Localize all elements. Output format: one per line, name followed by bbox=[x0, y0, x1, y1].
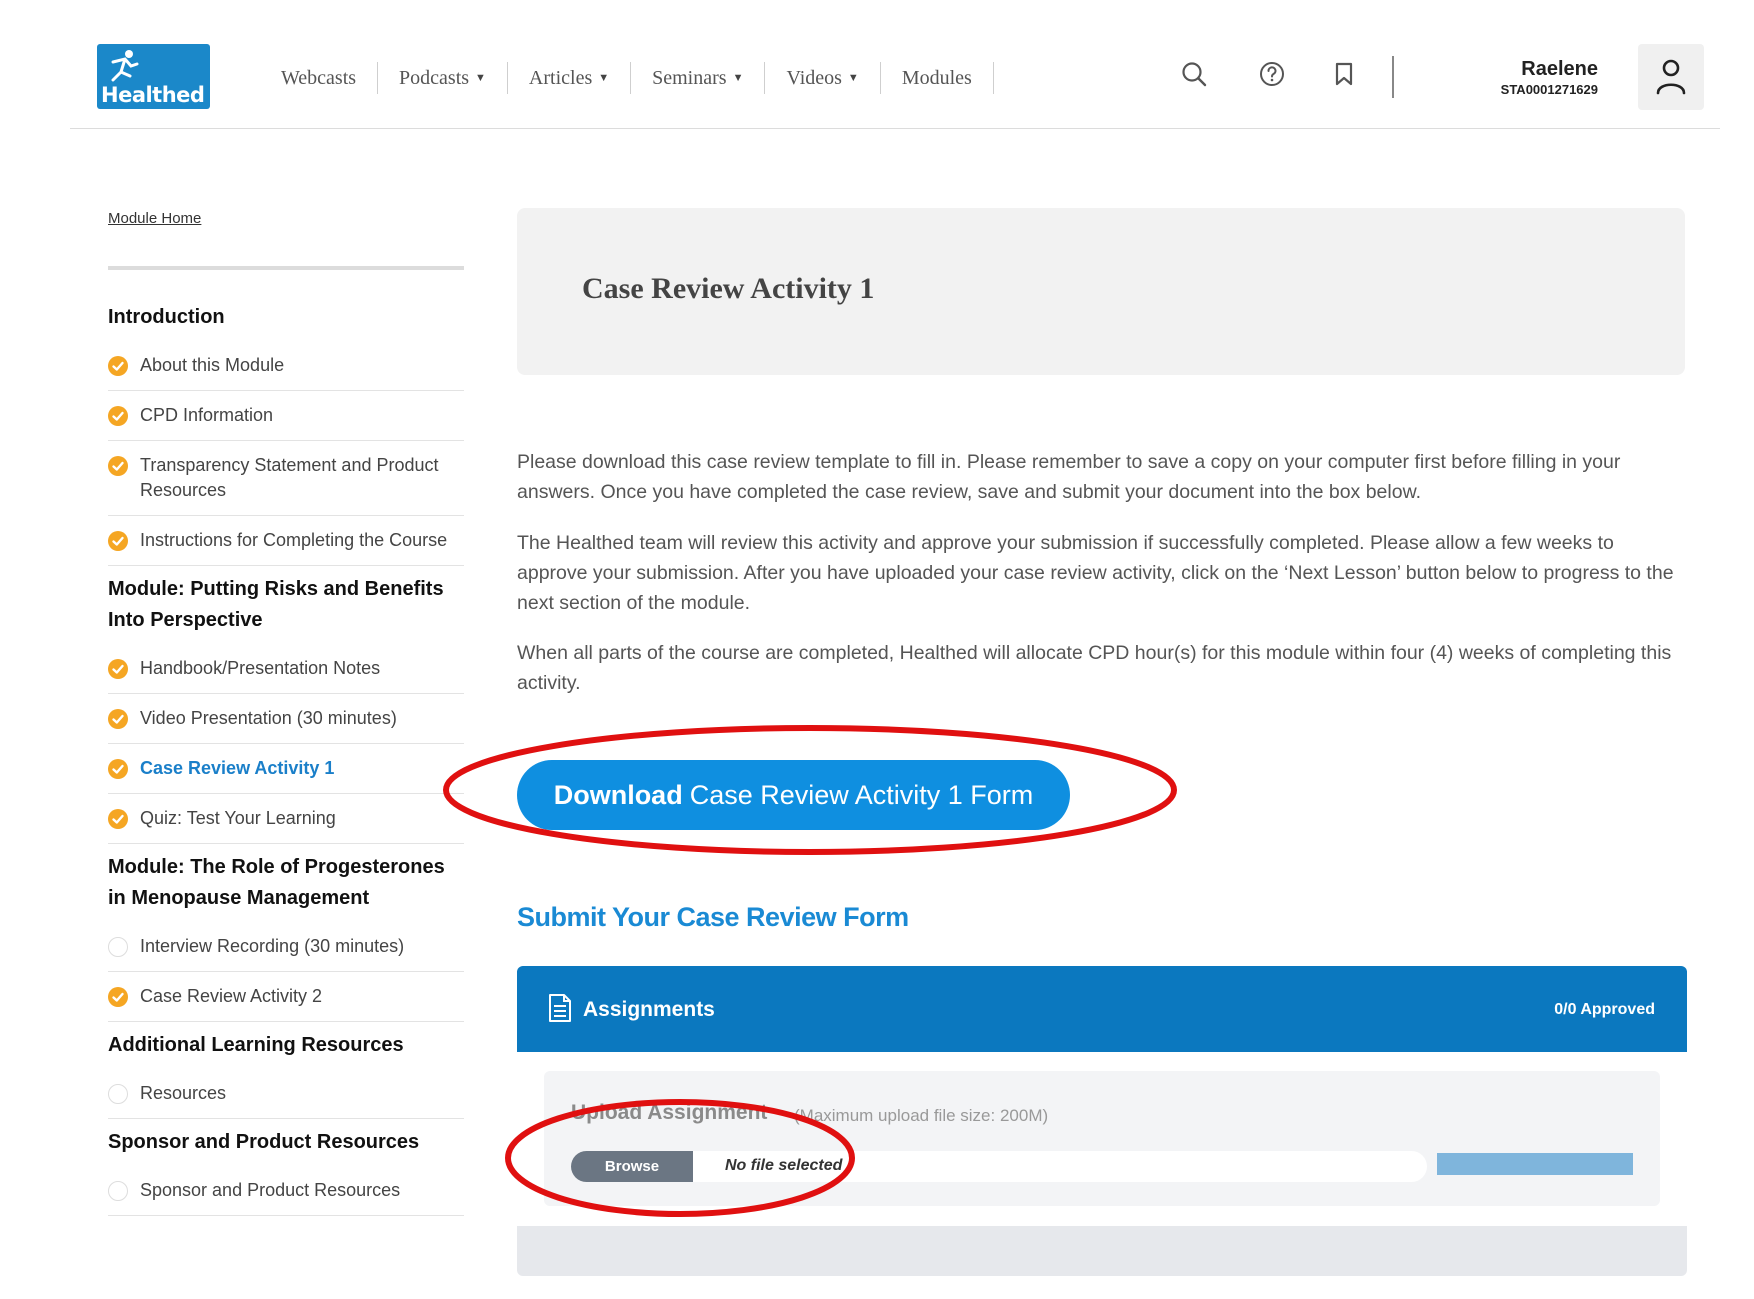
upload-submit-button[interactable] bbox=[1437, 1153, 1633, 1175]
nav-item-podcasts[interactable]: Podcasts ▼ bbox=[378, 62, 508, 94]
check-circle-icon bbox=[108, 356, 128, 376]
review-paragraph: The Healthed team will review this activ… bbox=[517, 532, 1674, 614]
download-button-bold: Download bbox=[553, 779, 683, 810]
lesson-list: Introduction About this Module CPD Informa… bbox=[108, 294, 464, 1216]
sidebar-lesson-item[interactable]: Resources bbox=[108, 1069, 464, 1119]
search-icon[interactable] bbox=[1180, 60, 1208, 88]
sidebar-lesson-label: Sponsor and Product Resources bbox=[140, 1180, 401, 1200]
check-circle-icon bbox=[108, 809, 128, 829]
site-header: Healthed Webcasts Podcasts ▼ Articles ▼ Semin… bbox=[70, 0, 1720, 129]
lesson-title-panel: Case Review Activity 1 bbox=[517, 208, 1685, 375]
upload-label: Upload Assignment bbox=[571, 1101, 768, 1124]
nav-label: Podcasts bbox=[399, 66, 470, 89]
sidebar-lesson-label: Instructions for Completing the Course bbox=[140, 530, 448, 550]
document-icon bbox=[549, 994, 571, 1022]
assignments-title: Assignments bbox=[583, 998, 715, 1021]
browse-button[interactable]: Browse bbox=[571, 1151, 693, 1182]
chevron-down-icon: ▼ bbox=[598, 72, 610, 84]
sidebar-lesson-item[interactable]: Video Presentation (30 minutes) bbox=[108, 694, 464, 744]
sidebar-lesson-item[interactable]: Interview Recording (30 minutes) bbox=[108, 922, 464, 972]
sidebar-lesson-item[interactable]: Sponsor and Product Resources bbox=[108, 1166, 464, 1216]
lesson-title: Case Review Activity 1 bbox=[582, 272, 875, 305]
nav-label: Webcasts bbox=[281, 66, 357, 89]
nav-item-seminars[interactable]: Seminars ▼ bbox=[631, 62, 766, 94]
sidebar-lesson-item[interactable]: Transparency Statement and Product Resou… bbox=[108, 441, 464, 516]
sidebar-lesson-label: Case Review Activity 2 bbox=[140, 986, 323, 1006]
check-circle-icon bbox=[108, 456, 128, 476]
user-icon bbox=[1656, 59, 1686, 95]
logo-text: Healthed bbox=[101, 83, 205, 107]
upload-size-note: (Maximum upload file size: 200M) bbox=[794, 1106, 1049, 1125]
sidebar-lesson-item[interactable]: Case Review Activity 2 bbox=[108, 972, 464, 1022]
healthed-logo[interactable]: Healthed bbox=[97, 44, 210, 109]
sidebar-section-title: Sponsor and Product Resources bbox=[108, 1131, 420, 1153]
check-circle-icon bbox=[108, 406, 128, 426]
empty-circle-icon bbox=[108, 1181, 128, 1201]
download-form-button[interactable]: Download Case Review Activity 1 Form bbox=[517, 760, 1070, 830]
nav-item-modules[interactable]: Modules bbox=[881, 62, 994, 94]
chevron-down-icon: ▼ bbox=[475, 72, 486, 84]
nav-item-videos[interactable]: Videos ▼ bbox=[765, 62, 881, 94]
sidebar-lesson-item[interactable]: CPD Information bbox=[108, 391, 464, 441]
sidebar-lesson-label: Video Presentation (30 minutes) bbox=[140, 708, 397, 728]
sidebar-divider bbox=[108, 266, 464, 270]
assignments-header: Assignments 0/0 Approved bbox=[517, 966, 1687, 1052]
header-divider bbox=[1392, 56, 1394, 98]
sidebar-section-title: Module: Putting Risks and Benefits Into … bbox=[108, 578, 444, 631]
file-input[interactable]: Browse No file selected bbox=[571, 1151, 1427, 1182]
instructions-paragraph: Please download this case review templat… bbox=[517, 451, 1621, 503]
sidebar-lesson-item[interactable]: About this Module bbox=[108, 341, 464, 391]
user-menu-button[interactable] bbox=[1638, 44, 1704, 110]
check-circle-icon bbox=[108, 987, 128, 1007]
sidebar-lesson-item[interactable]: Handbook/Presentation Notes bbox=[108, 644, 464, 694]
check-circle-icon bbox=[108, 659, 128, 679]
module-sidebar: Module Home Introduction About this Modul… bbox=[108, 210, 464, 1290]
nav-label: Modules bbox=[901, 66, 972, 89]
bookmark-icon[interactable] bbox=[1330, 60, 1358, 88]
runner-logo-icon bbox=[111, 50, 139, 82]
download-button-label: Case Review Activity 1 Form bbox=[689, 779, 1034, 810]
assignments-panel: Assignments 0/0 Approved Upload Assignme… bbox=[517, 966, 1687, 1276]
sidebar-lesson-label: Case Review Activity 1 bbox=[140, 758, 335, 778]
user-id: STA0001271629 bbox=[1500, 82, 1598, 97]
cpd-paragraph: When all parts of the course are complet… bbox=[517, 642, 1672, 694]
file-status: No file selected bbox=[725, 1157, 843, 1174]
module-home-link[interactable]: Module Home bbox=[108, 210, 201, 227]
submit-heading: Submit Your Case Review Form bbox=[517, 902, 909, 932]
chevron-down-icon: ▼ bbox=[732, 72, 744, 84]
nav-item-webcasts[interactable]: Webcasts bbox=[260, 62, 379, 94]
empty-circle-icon bbox=[108, 1084, 128, 1104]
check-circle-icon bbox=[108, 531, 128, 551]
nav-label: Seminars bbox=[652, 66, 727, 89]
nav-label: Articles bbox=[528, 66, 593, 89]
check-circle-icon bbox=[108, 709, 128, 729]
check-circle-icon bbox=[108, 759, 128, 779]
sidebar-lesson-item[interactable]: Case Review Activity 1 bbox=[108, 744, 464, 794]
user-name: Raelene bbox=[1521, 58, 1598, 80]
chevron-down-icon: ▼ bbox=[847, 72, 859, 84]
approval-status: 0/0 Approved bbox=[1554, 1001, 1655, 1018]
sidebar-section-title: Additional Learning Resources bbox=[108, 1034, 404, 1056]
sidebar-lesson-label: CPD Information bbox=[140, 405, 274, 425]
sidebar-lesson-label: Interview Recording (30 minutes) bbox=[140, 936, 405, 956]
sidebar-lesson-label: Handbook/Presentation Notes bbox=[140, 658, 381, 678]
main-nav: Webcasts Podcasts ▼ Articles ▼ Seminars ▼ Video… bbox=[260, 62, 994, 94]
assignments-footer bbox=[517, 1226, 1687, 1276]
sidebar-section-title: Module: The Role of Progesterones in Men… bbox=[108, 856, 445, 909]
nav-label: Videos bbox=[786, 66, 842, 89]
empty-circle-icon bbox=[108, 937, 128, 957]
nav-item-articles[interactable]: Articles ▼ bbox=[508, 62, 632, 94]
sidebar-lesson-label: Resources bbox=[140, 1083, 227, 1103]
sidebar-lesson-item[interactable]: Quiz: Test Your Learning bbox=[108, 794, 464, 844]
help-icon[interactable] bbox=[1258, 60, 1286, 88]
sidebar-lesson-label: Transparency Statement and Product Resou… bbox=[140, 455, 439, 500]
sidebar-section-title: Introduction bbox=[108, 306, 225, 328]
upload-card: Upload Assignment (Maximum upload file s… bbox=[544, 1071, 1660, 1206]
sidebar-lesson-label: Quiz: Test Your Learning bbox=[140, 808, 336, 828]
sidebar-lesson-item[interactable]: Instructions for Completing the Course bbox=[108, 516, 464, 566]
sidebar-lesson-label: About this Module bbox=[140, 355, 285, 375]
